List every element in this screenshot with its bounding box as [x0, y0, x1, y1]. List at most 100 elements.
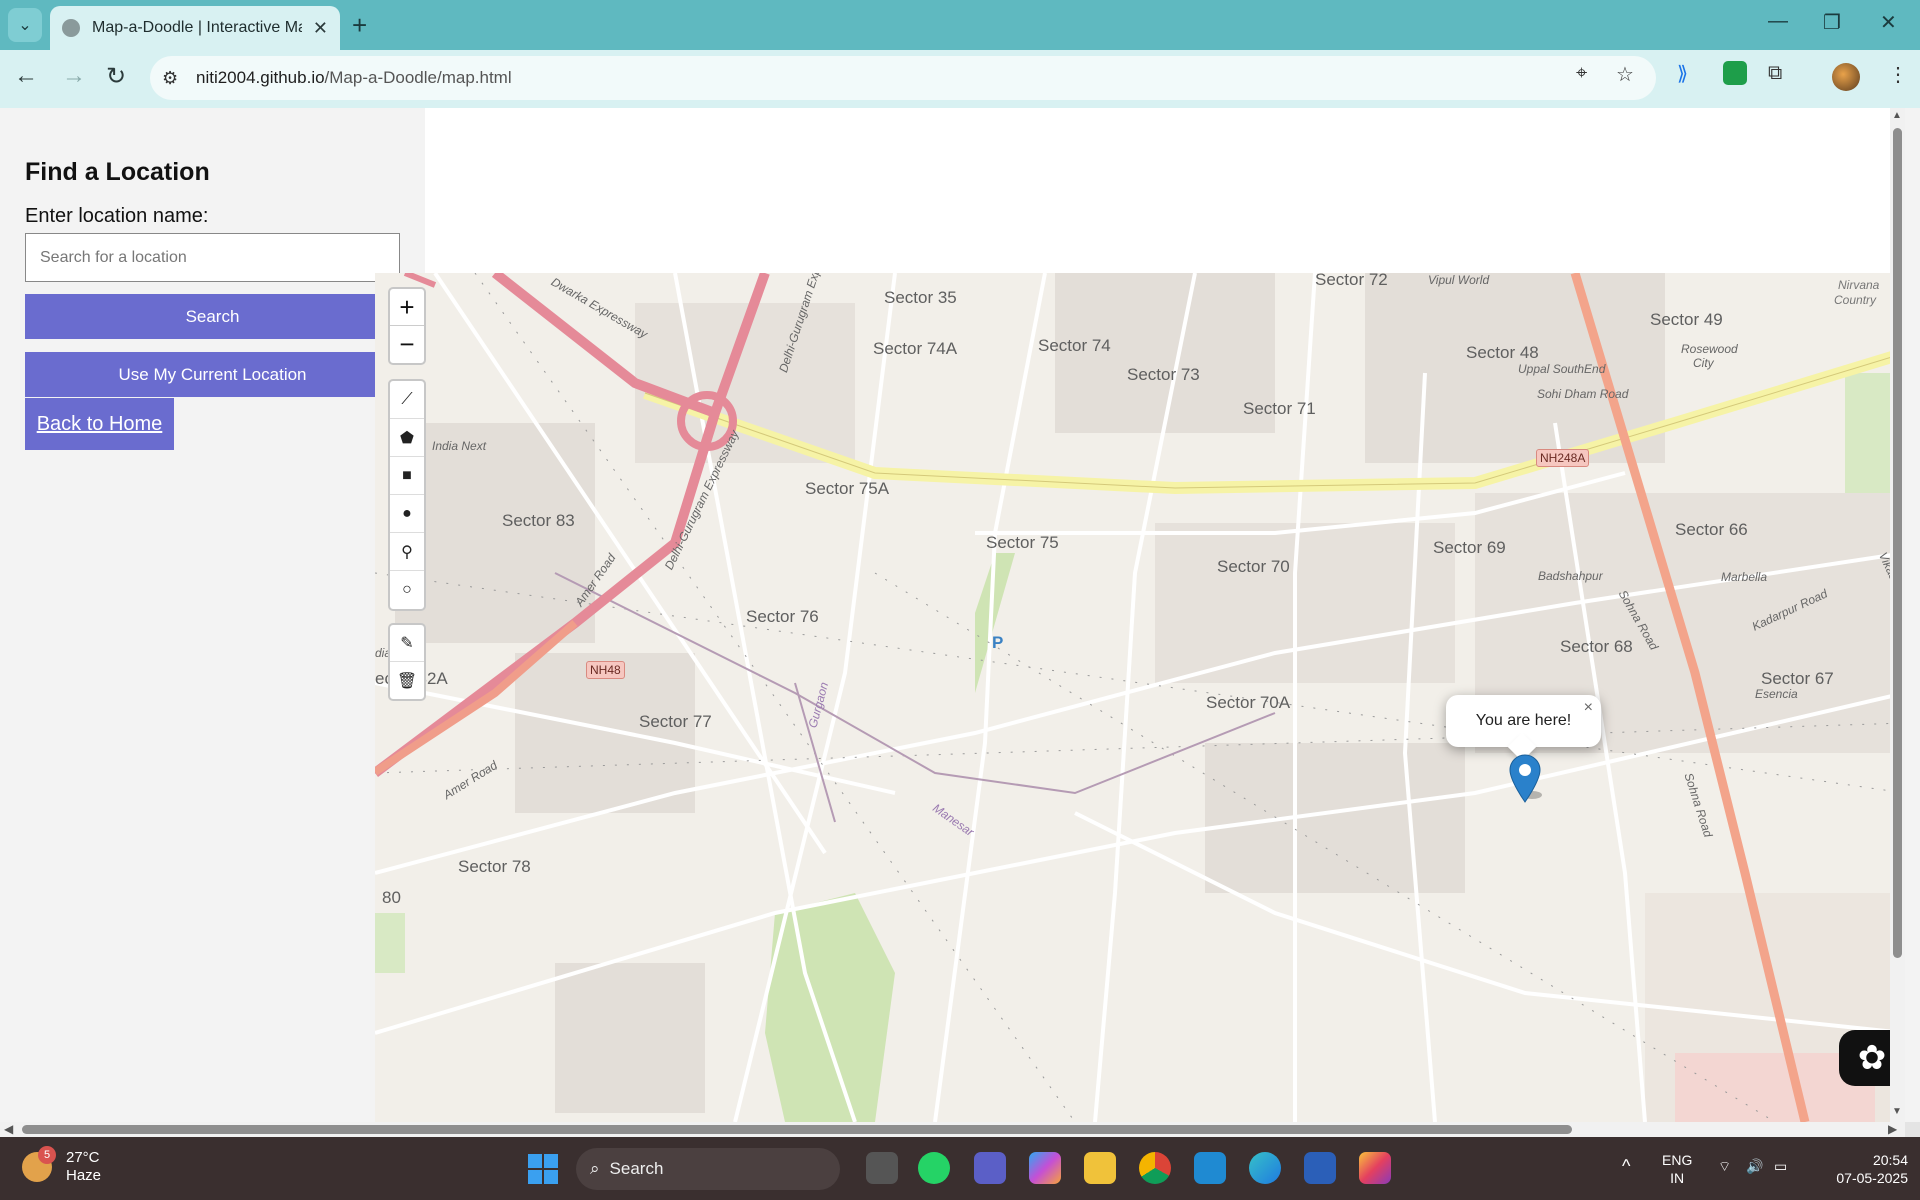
- map-label: Vipul World: [1428, 273, 1490, 287]
- teams-icon[interactable]: [974, 1152, 1006, 1184]
- language-indicator[interactable]: ENG IN: [1662, 1151, 1692, 1187]
- map-label: Sector 73: [1127, 365, 1200, 384]
- clock[interactable]: 20:54 07-05-2025: [1812, 1151, 1908, 1187]
- zoom-control: + −: [388, 287, 426, 365]
- map-label: Sector 70: [1217, 557, 1290, 576]
- scroll-right-icon[interactable]: ▶: [1888, 1122, 1897, 1136]
- map-label: Sector 75: [986, 533, 1059, 552]
- site-settings-icon[interactable]: ⚙: [162, 68, 192, 89]
- map-label: Uppal SouthEnd: [1518, 362, 1606, 376]
- copilot-icon[interactable]: [1029, 1152, 1061, 1184]
- wifi-icon[interactable]: ⌔: [1718, 1157, 1731, 1175]
- draw-circle-icon[interactable]: ●: [390, 495, 424, 533]
- tab-strip: ⌄ Map-a-Doodle | Interactive Map ✕ + — ❐…: [0, 0, 1920, 50]
- url-text: niti2004.github.io/Map-a-Doodle/map.html: [196, 68, 512, 87]
- map-label: Sector 72: [1315, 273, 1388, 289]
- whatsapp-icon[interactable]: [918, 1152, 950, 1184]
- map-label: Marbella: [1721, 570, 1768, 584]
- weather-widget[interactable]: 5 27°C Haze: [22, 1146, 102, 1185]
- zoom-out-button[interactable]: −: [390, 326, 424, 363]
- search-button[interactable]: Search: [25, 294, 400, 339]
- address-bar[interactable]: ⚙ niti2004.github.io/Map-a-Doodle/map.ht…: [150, 56, 1656, 100]
- volume-icon[interactable]: 🔊: [1746, 1157, 1763, 1175]
- zoom-in-button[interactable]: +: [390, 289, 424, 326]
- highway-shield: NH248A: [1536, 449, 1590, 467]
- edit-layers-icon[interactable]: ✎: [390, 625, 424, 662]
- draw-marker-icon[interactable]: ⚲: [390, 533, 424, 571]
- chrome-icon[interactable]: [1139, 1152, 1171, 1184]
- word-icon[interactable]: [1304, 1152, 1336, 1184]
- new-tab-button[interactable]: +: [352, 10, 367, 41]
- highway-shield: NH48: [586, 661, 625, 679]
- file-explorer-icon[interactable]: [1084, 1152, 1116, 1184]
- map-label: India Next: [432, 439, 487, 453]
- browser-toolbar: ← → ↻ ⚙ niti2004.github.io/Map-a-Doodle/…: [0, 50, 1920, 108]
- draw-circle-marker-icon[interactable]: ○: [390, 571, 424, 609]
- back-arrow-icon[interactable]: ←: [14, 62, 38, 90]
- weather-temp: 27°C: [66, 1149, 100, 1166]
- tray-chevron-up-icon[interactable]: ^: [1622, 1157, 1630, 1175]
- vscode-icon[interactable]: [1194, 1152, 1226, 1184]
- map-label: Sector 76: [746, 607, 819, 626]
- popup-close-icon[interactable]: ×: [1584, 699, 1593, 717]
- draw-polyline-icon[interactable]: ⟋: [390, 381, 424, 419]
- map-label: Esencia: [1755, 687, 1798, 701]
- edit-toolbar: ✎ 🗑: [388, 623, 426, 701]
- browser-menu-icon[interactable]: ⋮: [1888, 62, 1908, 87]
- profile-avatar[interactable]: [1832, 63, 1860, 91]
- scroll-down-icon[interactable]: ▼: [1892, 1106, 1902, 1117]
- web-page: Find a Location Enter location name: Sea…: [0, 108, 1905, 1122]
- horizontal-scrollbar[interactable]: ◀ ▶: [0, 1122, 1905, 1137]
- start-button[interactable]: [528, 1154, 558, 1184]
- forward-arrow-icon[interactable]: →: [62, 62, 86, 90]
- weather-desc: Haze: [66, 1167, 102, 1184]
- vertical-scrollbar[interactable]: ▲ ▼: [1890, 108, 1905, 1122]
- back-to-home-link[interactable]: Back to Home: [25, 398, 174, 450]
- close-window-button[interactable]: ✕: [1880, 10, 1897, 35]
- location-search-input[interactable]: [25, 233, 400, 282]
- minimize-button[interactable]: —: [1768, 10, 1788, 33]
- edge-icon[interactable]: [1249, 1152, 1281, 1184]
- bookmark-star-icon[interactable]: ☆: [1616, 62, 1634, 87]
- map-label: Sector 77: [639, 712, 712, 731]
- extension-green-icon[interactable]: [1723, 61, 1747, 85]
- map-label: Badshahpur: [1538, 569, 1603, 583]
- extensions-puzzle-icon[interactable]: ⧉: [1768, 62, 1782, 85]
- map-label: Sector 78: [458, 857, 531, 876]
- audio-extension-icon[interactable]: ⟫: [1677, 61, 1701, 85]
- map-label: Sector 71: [1243, 399, 1316, 418]
- map-label: Sector 74A: [873, 339, 958, 358]
- location-popup: You are here! ×: [1446, 695, 1601, 762]
- restore-button[interactable]: ❐: [1823, 10, 1841, 35]
- scroll-left-icon[interactable]: ◀: [4, 1122, 13, 1136]
- scroll-thumb[interactable]: [1893, 128, 1902, 958]
- scroll-up-icon[interactable]: ▲: [1892, 110, 1902, 121]
- browser-tab[interactable]: Map-a-Doodle | Interactive Map ✕: [50, 6, 340, 50]
- notification-badge: 5: [38, 1146, 56, 1164]
- taskbar-search[interactable]: ⌕ Search: [576, 1148, 840, 1190]
- sidebar: Find a Location Enter location name: Sea…: [0, 108, 425, 1122]
- tab-close-icon[interactable]: ✕: [313, 18, 328, 39]
- map-label: 80: [382, 888, 401, 907]
- map-marker-icon[interactable]: [1508, 753, 1542, 803]
- map-label: Sector 83: [502, 511, 575, 530]
- delete-layers-icon[interactable]: 🗑: [390, 662, 424, 699]
- map-tiles: [375, 273, 1905, 1122]
- map-label: Sector 68: [1560, 637, 1633, 656]
- draw-rectangle-icon[interactable]: ■: [390, 457, 424, 495]
- instagram-icon[interactable]: [1359, 1152, 1391, 1184]
- taskbar-search-label: Search: [609, 1159, 664, 1178]
- map-label: City: [1693, 356, 1714, 370]
- map-canvas[interactable]: Sector 35 Sector 74A Sector 74 Sector 72…: [375, 273, 1905, 1122]
- globe-icon: [62, 19, 80, 37]
- battery-icon[interactable]: ▭: [1774, 1157, 1787, 1175]
- task-view-icon[interactable]: [866, 1152, 898, 1184]
- current-location-button[interactable]: Use My Current Location: [25, 352, 400, 397]
- draw-polygon-icon[interactable]: ⬟: [390, 419, 424, 457]
- map-label: Sector 69: [1433, 538, 1506, 557]
- location-pin-icon[interactable]: ⌖: [1576, 62, 1587, 85]
- map-label: Sohi Dham Road: [1537, 387, 1629, 401]
- tab-search-button[interactable]: ⌄: [8, 8, 42, 42]
- reload-icon[interactable]: ↻: [106, 62, 126, 91]
- scroll-thumb[interactable]: [22, 1125, 1572, 1134]
